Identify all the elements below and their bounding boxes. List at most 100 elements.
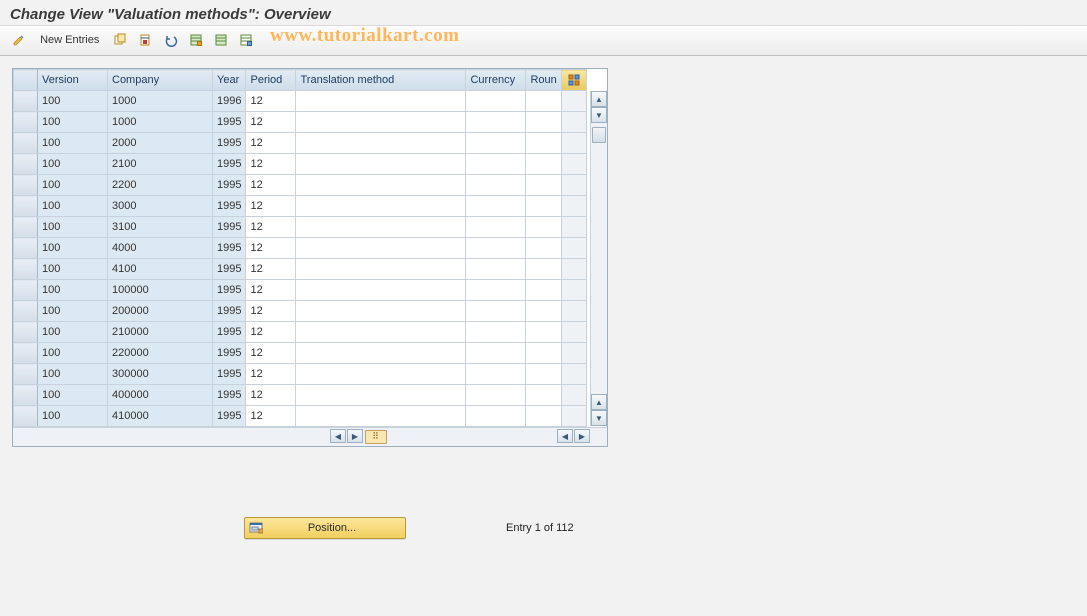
cell-round[interactable] [526, 154, 561, 175]
cell-year[interactable]: 1995 [213, 259, 246, 280]
cell-round[interactable] [526, 196, 561, 217]
row-selector[interactable] [14, 322, 38, 343]
cell-currency[interactable] [466, 91, 526, 112]
row-selector[interactable] [14, 406, 38, 427]
table-row[interactable]: 100100000199512 [14, 280, 587, 301]
position-button[interactable]: Position... [244, 517, 406, 539]
cell-company[interactable]: 1000 [108, 112, 213, 133]
select-all-header[interactable] [14, 70, 38, 91]
cell-period[interactable]: 12 [246, 217, 296, 238]
table-row[interactable]: 1002200199512 [14, 175, 587, 196]
cell-year[interactable]: 1995 [213, 301, 246, 322]
cell-currency[interactable] [466, 154, 526, 175]
cell-year[interactable]: 1995 [213, 280, 246, 301]
table-row[interactable]: 100220000199512 [14, 343, 587, 364]
cell-period[interactable]: 12 [246, 280, 296, 301]
cell-round[interactable] [526, 343, 561, 364]
cell-currency[interactable] [466, 364, 526, 385]
table-row[interactable]: 1001000199612 [14, 91, 587, 112]
cell-currency[interactable] [466, 406, 526, 427]
cell-period[interactable]: 12 [246, 364, 296, 385]
cell-round[interactable] [526, 385, 561, 406]
col-translation[interactable]: Translation method [296, 70, 466, 91]
row-selector[interactable] [14, 259, 38, 280]
col-period[interactable]: Period [246, 70, 296, 91]
cell-round[interactable] [526, 238, 561, 259]
cell-currency[interactable] [466, 133, 526, 154]
cell-currency[interactable] [466, 343, 526, 364]
cell-period[interactable]: 12 [246, 133, 296, 154]
table-row[interactable]: 1003100199512 [14, 217, 587, 238]
cell-currency[interactable] [466, 301, 526, 322]
cell-year[interactable]: 1995 [213, 406, 246, 427]
delete-icon[interactable] [134, 30, 156, 50]
cell-currency[interactable] [466, 217, 526, 238]
hscroll-left-icon[interactable]: ◀ [330, 429, 346, 443]
cell-company[interactable]: 200000 [108, 301, 213, 322]
cell-translation[interactable] [296, 217, 466, 238]
table-row[interactable]: 100400000199512 [14, 385, 587, 406]
cell-version[interactable]: 100 [38, 364, 108, 385]
cell-round[interactable] [526, 280, 561, 301]
cell-year[interactable]: 1995 [213, 133, 246, 154]
cell-period[interactable]: 12 [246, 91, 296, 112]
cell-period[interactable]: 12 [246, 175, 296, 196]
cell-translation[interactable] [296, 259, 466, 280]
scroll-up2-icon[interactable]: ▲ [591, 394, 607, 410]
cell-company[interactable]: 400000 [108, 385, 213, 406]
col-currency[interactable]: Currency [466, 70, 526, 91]
cell-translation[interactable] [296, 364, 466, 385]
cell-currency[interactable] [466, 322, 526, 343]
cell-translation[interactable] [296, 175, 466, 196]
horizontal-scrollbar[interactable]: ◀ ▶ ⠿ ◀ ▶ [13, 427, 607, 446]
select-all-icon[interactable] [185, 30, 207, 50]
cell-period[interactable]: 12 [246, 238, 296, 259]
cell-translation[interactable] [296, 91, 466, 112]
row-selector[interactable] [14, 280, 38, 301]
row-selector[interactable] [14, 343, 38, 364]
cell-company[interactable]: 220000 [108, 343, 213, 364]
cell-company[interactable]: 300000 [108, 364, 213, 385]
cell-version[interactable]: 100 [38, 175, 108, 196]
cell-round[interactable] [526, 175, 561, 196]
cell-round[interactable] [526, 322, 561, 343]
cell-year[interactable]: 1995 [213, 175, 246, 196]
row-selector[interactable] [14, 364, 38, 385]
cell-currency[interactable] [466, 112, 526, 133]
cell-period[interactable]: 12 [246, 385, 296, 406]
col-company[interactable]: Company [108, 70, 213, 91]
table-row[interactable]: 100210000199512 [14, 322, 587, 343]
cell-round[interactable] [526, 364, 561, 385]
cell-version[interactable]: 100 [38, 406, 108, 427]
undo-icon[interactable] [160, 30, 182, 50]
cell-translation[interactable] [296, 280, 466, 301]
cell-translation[interactable] [296, 385, 466, 406]
cell-round[interactable] [526, 217, 561, 238]
row-selector[interactable] [14, 196, 38, 217]
cell-version[interactable]: 100 [38, 133, 108, 154]
cell-round[interactable] [526, 133, 561, 154]
cell-translation[interactable] [296, 406, 466, 427]
cell-currency[interactable] [466, 385, 526, 406]
cell-currency[interactable] [466, 280, 526, 301]
hscroll-left2-icon[interactable]: ◀ [557, 429, 573, 443]
cell-version[interactable]: 100 [38, 385, 108, 406]
cell-company[interactable]: 410000 [108, 406, 213, 427]
cell-company[interactable]: 4000 [108, 238, 213, 259]
table-config-icon[interactable] [561, 70, 586, 91]
cell-year[interactable]: 1995 [213, 112, 246, 133]
cell-currency[interactable] [466, 259, 526, 280]
col-year[interactable]: Year [213, 70, 246, 91]
cell-version[interactable]: 100 [38, 91, 108, 112]
scroll-down-icon[interactable]: ▼ [591, 107, 607, 123]
cell-version[interactable]: 100 [38, 280, 108, 301]
cell-translation[interactable] [296, 343, 466, 364]
scroll-track[interactable] [591, 123, 607, 394]
cell-period[interactable]: 12 [246, 154, 296, 175]
row-selector[interactable] [14, 385, 38, 406]
cell-period[interactable]: 12 [246, 322, 296, 343]
scroll-up-icon[interactable]: ▲ [591, 91, 607, 107]
cell-version[interactable]: 100 [38, 259, 108, 280]
cell-translation[interactable] [296, 154, 466, 175]
cell-translation[interactable] [296, 322, 466, 343]
